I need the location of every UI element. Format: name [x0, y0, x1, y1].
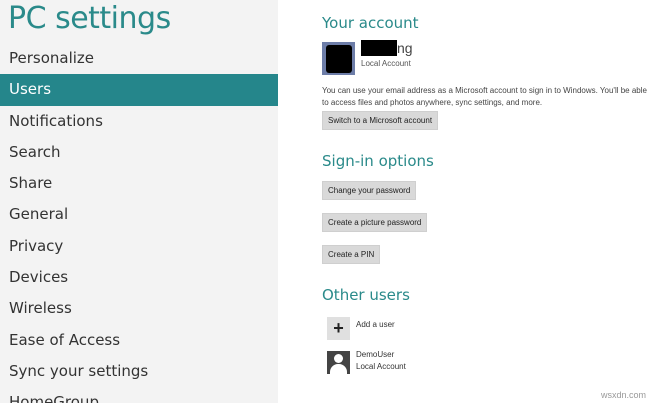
user-icon-body	[330, 364, 347, 374]
other-users-heading: Other users	[322, 286, 410, 304]
add-user-plus-icon[interactable]: +	[327, 317, 350, 340]
nav-item-devices[interactable]: Devices	[0, 262, 278, 293]
nav-item-share[interactable]: Share	[0, 168, 278, 199]
account-description: You can use your email address as a Micr…	[322, 86, 647, 107]
watermark: wsxdn.com	[600, 390, 646, 400]
switch-to-microsoft-account-button[interactable]: Switch to a Microsoft account	[322, 111, 439, 130]
account-avatar[interactable]	[322, 42, 355, 75]
nav-item-wireless[interactable]: Wireless	[0, 293, 278, 324]
sidebar: PC settings Personalize Users Notificati…	[0, 0, 278, 403]
account-type: Local Account	[361, 59, 411, 68]
settings-nav: Personalize Users Notifications Search S…	[0, 43, 278, 403]
user-avatar-icon[interactable]	[327, 351, 350, 374]
create-picture-password-button[interactable]: Create a picture password	[322, 213, 428, 232]
other-user-name[interactable]: DemoUser	[356, 350, 394, 359]
your-account-heading: Your account	[322, 14, 419, 32]
avatar-redaction	[326, 45, 352, 73]
nav-item-personalize[interactable]: Personalize	[0, 43, 278, 74]
pc-settings-title: PC settings	[8, 1, 171, 36]
nav-item-search[interactable]: Search	[0, 137, 278, 168]
nav-item-general[interactable]: General	[0, 199, 278, 230]
main-panel: Your account ng Local Account You can us…	[278, 0, 650, 403]
nav-item-privacy[interactable]: Privacy	[0, 231, 278, 262]
other-user-type: Local Account	[356, 362, 406, 371]
account-name: ng	[397, 40, 413, 56]
change-password-button[interactable]: Change your password	[322, 181, 417, 200]
nav-item-homegroup[interactable]: HomeGroup	[0, 387, 278, 403]
create-pin-button[interactable]: Create a PIN	[322, 245, 381, 264]
account-name-redaction	[361, 40, 397, 56]
nav-item-notifications[interactable]: Notifications	[0, 106, 278, 137]
add-user-label[interactable]: Add a user	[356, 320, 395, 329]
sign-in-options-heading: Sign-in options	[322, 152, 434, 170]
nav-item-sync-settings[interactable]: Sync your settings	[0, 356, 278, 387]
nav-item-ease-of-access[interactable]: Ease of Access	[0, 325, 278, 356]
nav-item-users[interactable]: Users	[0, 74, 278, 106]
user-icon-head	[334, 354, 343, 363]
